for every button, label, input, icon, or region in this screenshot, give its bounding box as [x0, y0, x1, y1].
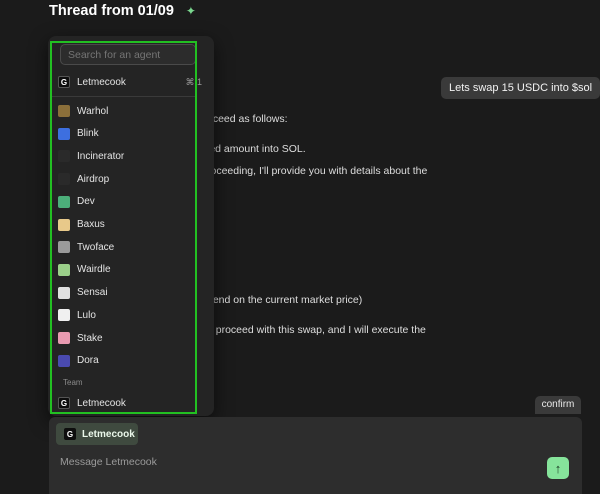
- agent-item-airdrop[interactable]: Airdrop: [58, 169, 198, 189]
- message-input[interactable]: [60, 454, 520, 470]
- baxus-icon: [58, 218, 70, 231]
- agent-item-label: Airdrop: [77, 173, 110, 185]
- agent-item-blink[interactable]: Blink: [58, 124, 198, 144]
- pill-icon: [58, 195, 70, 208]
- assistant-text-line: o proceed with this swap, and I will exe…: [207, 324, 426, 336]
- agent-item-dev[interactable]: Dev: [58, 192, 198, 212]
- agent-item-label: Letmecook: [77, 76, 126, 88]
- team-section-label: Team: [63, 378, 83, 387]
- wairdle-icon: [58, 263, 70, 276]
- agent-item-label: Letmecook: [77, 397, 126, 409]
- user-message-bubble: Lets swap 15 USDC into $sol: [441, 77, 600, 99]
- letmecook-icon: G: [64, 428, 76, 440]
- agent-item-label: Wairdle: [77, 264, 111, 276]
- parachute-icon: [58, 173, 70, 186]
- lulo-icon: [58, 309, 70, 322]
- agent-item-label: Lulo: [77, 309, 96, 321]
- agent-item-dora[interactable]: Dora: [58, 351, 198, 371]
- agent-item-lulo[interactable]: Lulo: [58, 305, 198, 325]
- agent-item-wairdle[interactable]: Wairdle: [58, 260, 198, 280]
- agent-item-incinerator[interactable]: Incinerator: [58, 146, 198, 166]
- agent-item-label: Dora: [77, 355, 99, 367]
- assistant-text-line: pend on the current market price): [207, 294, 363, 306]
- selected-agent-chip[interactable]: G Letmecook: [56, 423, 138, 445]
- agent-item-baxus[interactable]: Baxus: [58, 215, 198, 235]
- selected-agent-label: Letmecook: [82, 428, 135, 440]
- assistant-text-line: roceeding, I'll provide you with details…: [207, 165, 428, 177]
- confirm-message-bubble: confirm: [535, 396, 581, 414]
- agent-item-label: Sensai: [77, 287, 108, 299]
- letmecook-icon: G: [58, 76, 70, 88]
- flame-icon: [58, 150, 70, 163]
- thread-title-text: Thread from 01/09: [49, 3, 174, 19]
- agent-item-label: Dev: [77, 196, 95, 208]
- sensai-icon: [58, 286, 70, 299]
- menu-divider: [52, 96, 195, 97]
- agent-item-sensai[interactable]: Sensai: [58, 283, 198, 303]
- letmecook-icon: G: [58, 397, 70, 409]
- agent-search-input[interactable]: [60, 44, 196, 65]
- agent-item-warhol[interactable]: Warhol: [58, 101, 198, 121]
- dora-icon: [58, 354, 70, 367]
- agent-item-label: Twoface: [77, 241, 115, 253]
- warhol-icon: [58, 105, 70, 117]
- agent-item-label: Warhol: [77, 105, 109, 117]
- assistant-text-line: oceed as follows:: [207, 113, 288, 125]
- agent-item-stake[interactable]: Stake: [58, 328, 198, 348]
- agent-item-letmecook-current[interactable]: G Letmecook ⌘ 1: [58, 72, 202, 92]
- agent-item-twoface[interactable]: Twoface: [58, 237, 198, 257]
- thread-title: Thread from 01/09 ✦: [49, 3, 196, 19]
- stake-icon: [58, 332, 70, 344]
- sparkle-icon[interactable]: ✦: [186, 4, 196, 18]
- arrow-up-icon: ↑: [554, 460, 562, 476]
- keyboard-shortcut: ⌘ 1: [185, 76, 202, 87]
- blink-icon: [58, 127, 70, 140]
- assistant-text-line: ied amount into SOL.: [207, 143, 306, 155]
- twoface-icon: [58, 241, 70, 254]
- agent-item-label: Baxus: [77, 219, 105, 230]
- agent-item-label: Stake: [77, 332, 103, 344]
- agent-item-label: Incinerator: [77, 150, 125, 162]
- agent-item-label: Blink: [77, 128, 99, 140]
- send-button[interactable]: ↑: [547, 457, 569, 479]
- agent-item-team-letmecook[interactable]: G Letmecook: [58, 393, 198, 413]
